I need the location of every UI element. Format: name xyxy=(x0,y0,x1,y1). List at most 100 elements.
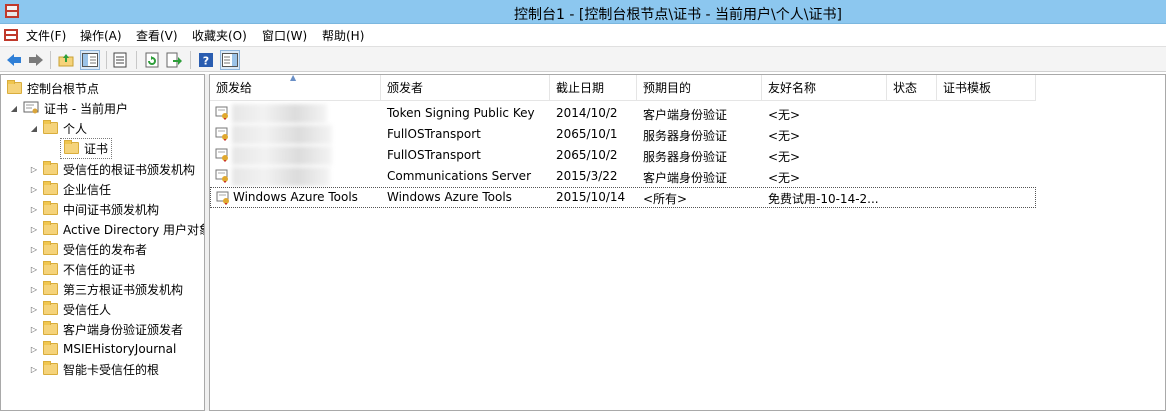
menu-view[interactable]: 查看(V) xyxy=(136,27,178,44)
expand-arrow-icon[interactable]: ▷ xyxy=(29,164,39,174)
redacted-value xyxy=(232,104,327,123)
column-header-expiry[interactable]: 截止日期 xyxy=(550,75,637,100)
console-menu-icon[interactable] xyxy=(3,27,19,43)
redacted-value xyxy=(232,125,332,144)
cell-issuer: Token Signing Public Key xyxy=(387,106,535,120)
collapse-arrow-icon[interactable]: ◢ xyxy=(9,103,19,113)
tree-item-label: 个人 xyxy=(63,121,88,136)
column-header-purpose[interactable]: 预期目的 xyxy=(637,75,762,100)
expand-arrow-icon[interactable]: ▷ xyxy=(29,344,39,354)
menu-favorites[interactable]: 收藏夹(O) xyxy=(192,27,247,44)
folder-icon xyxy=(43,161,58,175)
refresh-icon[interactable] xyxy=(142,50,162,70)
cell-purpose: 服务器身份验证 xyxy=(643,150,728,164)
tree-item-label: Active Directory 用户对象 xyxy=(63,222,205,237)
certificate-list[interactable]: 颁发给 ▲ 颁发者 截止日期 预期目的 友好名称 状态 证书模板 Token S… xyxy=(209,74,1166,411)
certificate-icon xyxy=(215,127,228,141)
folder-icon xyxy=(43,241,58,255)
tree-root[interactable]: 控制台根节点 xyxy=(7,78,99,98)
tree-item-label: MSIEHistoryJournal xyxy=(63,342,177,356)
folder-icon xyxy=(43,221,58,235)
expand-arrow-icon[interactable]: ▷ xyxy=(29,184,39,194)
expand-arrow-icon[interactable]: ▷ xyxy=(29,224,39,234)
console-tree[interactable]: 控制台根节点 ◢ 证书 - 当前用户 ◢ 个人 证书 ▷ 受信任的根证书颁发机构 … xyxy=(0,74,205,411)
tree-item-trusted-publishers[interactable]: ▷ 受信任的发布者 xyxy=(29,239,147,259)
tree-item-smart-card-root[interactable]: ▷ 智能卡受信任的根 xyxy=(29,359,159,379)
collapse-arrow-icon[interactable]: ◢ xyxy=(29,123,39,133)
expand-arrow-icon[interactable]: ▷ xyxy=(29,264,39,274)
redacted-value xyxy=(232,167,330,186)
cell-purpose: 客户端身份验证 xyxy=(643,171,728,185)
tree-item-intermediate-ca[interactable]: ▷ 中间证书颁发机构 xyxy=(29,199,159,219)
tree-item-trusted-root[interactable]: ▷ 受信任的根证书颁发机构 xyxy=(29,159,195,179)
table-row-selected[interactable]: Windows Azure Tools Windows Azure Tools … xyxy=(210,187,1036,208)
tree-item-client-auth-issuers[interactable]: ▷ 客户端身份验证颁发者 xyxy=(29,319,183,339)
help-icon[interactable]: ? xyxy=(196,50,216,70)
folder-icon xyxy=(43,341,58,355)
show-hide-action-pane-icon[interactable] xyxy=(220,50,240,70)
folder-icon xyxy=(43,301,58,315)
cell-expiry: 2014/10/2 xyxy=(556,106,618,120)
expand-arrow-icon[interactable]: ▷ xyxy=(29,324,39,334)
folder-icon xyxy=(43,281,58,295)
column-header-status[interactable]: 状态 xyxy=(887,75,937,100)
cell-expiry: 2065/10/1 xyxy=(556,127,618,141)
expand-arrow-icon[interactable]: ▷ xyxy=(29,304,39,314)
cell-expiry: 2015/10/14 xyxy=(556,190,626,204)
tree-item-msie-history[interactable]: ▷ MSIEHistoryJournal xyxy=(29,339,176,359)
cell-friendly-name: <无> xyxy=(768,108,801,122)
tree-item-certificates[interactable]: 证书 xyxy=(60,137,113,159)
tree-item-label: 受信任人 xyxy=(63,302,112,317)
column-header-template[interactable]: 证书模板 xyxy=(937,75,1036,100)
table-row[interactable]: Communications Server 2015/3/22 客户端身份验证 … xyxy=(210,166,1036,187)
toolbar: ? xyxy=(0,46,1166,72)
back-arrow-icon[interactable] xyxy=(4,50,24,70)
up-folder-icon[interactable] xyxy=(56,50,76,70)
cell-issuer: Windows Azure Tools xyxy=(387,190,512,204)
column-header-friendly-name[interactable]: 友好名称 xyxy=(762,75,887,100)
toolbar-separator xyxy=(106,51,107,69)
expand-arrow-icon[interactable]: ▷ xyxy=(29,364,39,374)
toolbar-separator xyxy=(136,51,137,69)
column-header-issued-to[interactable]: 颁发给 ▲ xyxy=(210,75,381,100)
tree-item-untrusted[interactable]: ▷ 不信任的证书 xyxy=(29,259,135,279)
expand-arrow-icon[interactable]: ▷ xyxy=(29,204,39,214)
tree-item-personal[interactable]: ◢ 个人 xyxy=(29,118,87,138)
menu-help[interactable]: 帮助(H) xyxy=(322,27,364,44)
tree-item-label: 证书 xyxy=(84,141,109,156)
column-header-issuer[interactable]: 颁发者 xyxy=(381,75,550,100)
redacted-value xyxy=(232,146,332,165)
expand-arrow-icon[interactable]: ▷ xyxy=(29,244,39,254)
tree-selection: 证书 xyxy=(60,137,113,159)
expand-arrow-icon[interactable]: ▷ xyxy=(29,284,39,294)
tree-item-label: 受信任的发布者 xyxy=(63,242,148,257)
toolbar-separator xyxy=(50,51,51,69)
tree-item-third-party-root[interactable]: ▷ 第三方根证书颁发机构 xyxy=(29,279,183,299)
folder-icon xyxy=(43,120,58,134)
tree-item-cert-store[interactable]: ◢ 证书 - 当前用户 xyxy=(9,98,128,118)
menu-window[interactable]: 窗口(W) xyxy=(262,27,307,44)
tree-item-ad-user-object[interactable]: ▷ Active Directory 用户对象 xyxy=(29,219,205,239)
folder-icon xyxy=(43,181,58,195)
cell-issuer: Communications Server xyxy=(387,169,531,183)
tree-item-trusted-people[interactable]: ▷ 受信任人 xyxy=(29,299,111,319)
export-list-icon[interactable] xyxy=(164,50,184,70)
cell-friendly-name: <无> xyxy=(768,171,801,185)
table-row[interactable]: FullOSTransport 2065/10/1 服务器身份验证 <无> xyxy=(210,124,1036,145)
show-hide-tree-icon[interactable] xyxy=(80,50,100,70)
tree-item-enterprise-trust[interactable]: ▷ 企业信任 xyxy=(29,179,111,199)
folder-icon xyxy=(43,261,58,275)
folder-icon xyxy=(64,140,79,154)
certificate-icon xyxy=(215,148,228,162)
cell-expiry: 2015/3/22 xyxy=(556,169,618,183)
folder-icon xyxy=(43,321,58,335)
menu-file[interactable]: 文件(F) xyxy=(26,27,66,44)
tree-item-label: 不信任的证书 xyxy=(63,262,136,277)
properties-icon[interactable] xyxy=(110,50,130,70)
table-row[interactable]: Token Signing Public Key 2014/10/2 客户端身份… xyxy=(210,103,1036,124)
table-row[interactable]: FullOSTransport 2065/10/2 服务器身份验证 <无> xyxy=(210,145,1036,166)
menu-action[interactable]: 操作(A) xyxy=(80,27,122,44)
svg-text:?: ? xyxy=(203,55,209,68)
forward-arrow-icon[interactable] xyxy=(26,50,46,70)
tree-item-label: 第三方根证书颁发机构 xyxy=(63,282,184,297)
